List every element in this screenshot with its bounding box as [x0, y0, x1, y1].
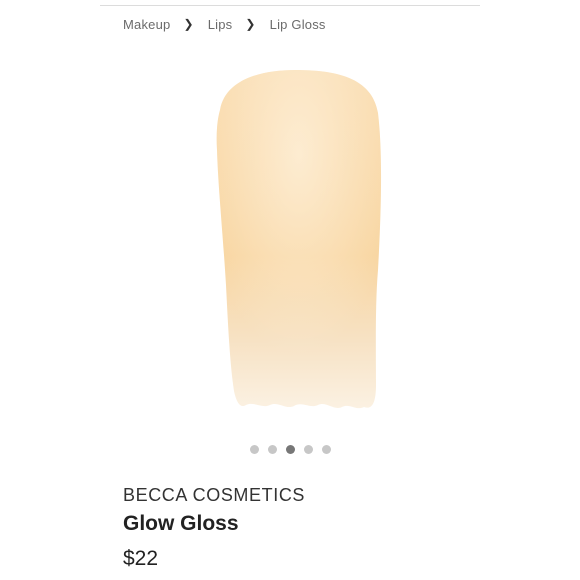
- carousel-dot-2[interactable]: [267, 445, 277, 454]
- divider: [100, 5, 480, 6]
- carousel-dot-1[interactable]: [249, 445, 259, 454]
- carousel-dot-5[interactable]: [321, 445, 331, 454]
- product-title: Glow Gloss: [123, 512, 239, 535]
- lip-gloss-swatch-image: [216, 70, 382, 409]
- carousel-dot-4[interactable]: [303, 445, 313, 454]
- breadcrumb-lips[interactable]: Lips: [208, 17, 233, 32]
- chevron-right-icon: ❯: [245, 16, 256, 31]
- product-price: $22: [123, 547, 159, 570]
- breadcrumb-makeup[interactable]: Makeup: [123, 17, 170, 32]
- breadcrumb-lip-gloss[interactable]: Lip Gloss: [270, 17, 326, 32]
- brand-name[interactable]: BECCA COSMETICS: [123, 485, 305, 506]
- swatch-highlight: [216, 70, 382, 409]
- carousel-dots: [0, 445, 580, 454]
- product-page: Makeup ❯ Lips ❯ Lip Gloss BECCA COSMETIC…: [0, 0, 580, 580]
- chevron-right-icon: ❯: [183, 16, 194, 31]
- product-image[interactable]: [150, 55, 440, 425]
- breadcrumb: Makeup ❯ Lips ❯ Lip Gloss: [123, 16, 326, 33]
- carousel-dot-3[interactable]: [285, 445, 295, 454]
